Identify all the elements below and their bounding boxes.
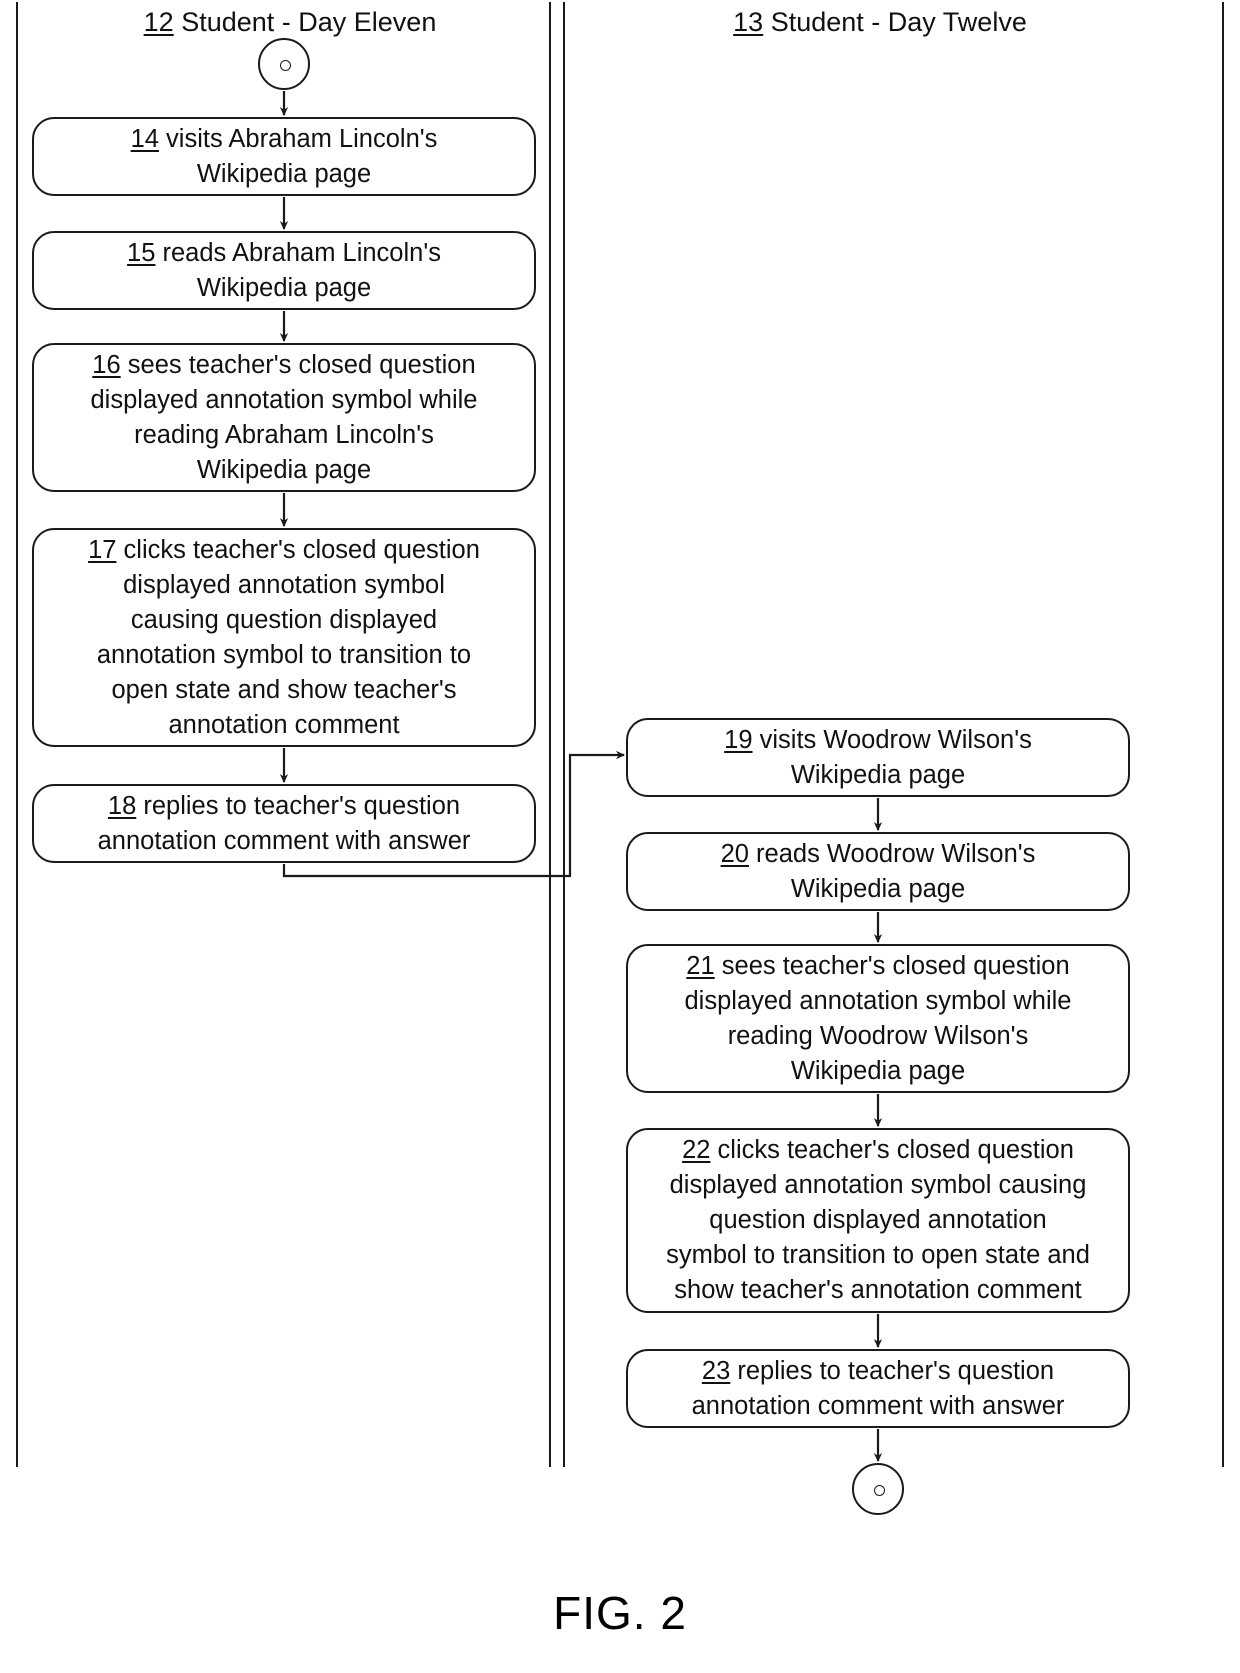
activity-ref-17: 17 bbox=[88, 535, 117, 564]
activity-ref-15: 15 bbox=[127, 238, 156, 267]
activity-text-21: sees teacher's closed question displayed… bbox=[684, 951, 1072, 1085]
activity-text-20: reads Woodrow Wilson's Wikipedia page bbox=[756, 839, 1036, 903]
activity-ref-21: 21 bbox=[686, 951, 715, 980]
swimlane-heading-day-eleven: 12 Student - Day Eleven bbox=[40, 6, 540, 38]
activity-text-15: reads Abraham Lincoln's Wikipedia page bbox=[162, 238, 441, 302]
activity-text-23: replies to teacher's question annotation… bbox=[691, 1356, 1065, 1420]
swimlane-divider-left bbox=[16, 2, 18, 1467]
activity-node-22[interactable]: 22 clicks teacher's closed question disp… bbox=[626, 1128, 1130, 1313]
activity-text-14: visits Abraham Lincoln's Wikipedia page bbox=[166, 124, 438, 188]
activity-ref-19: 19 bbox=[724, 725, 753, 754]
swimlane-ref-13: 13 bbox=[733, 7, 764, 37]
swimlane-heading-day-twelve: 13 Student - Day Twelve bbox=[620, 6, 1140, 38]
activity-node-23[interactable]: 23 replies to teacher's question annotat… bbox=[626, 1349, 1130, 1428]
activity-ref-20: 20 bbox=[720, 839, 749, 868]
activity-diagram: 12 Student - Day Eleven 13 Student - Day… bbox=[0, 0, 1240, 1673]
activity-text-17: clicks teacher's closed question display… bbox=[96, 535, 480, 739]
activity-node-19[interactable]: 19 visits Woodrow Wilson's Wikipedia pag… bbox=[626, 718, 1130, 797]
swimlane-divider-mid-a bbox=[549, 2, 551, 1467]
activity-node-17[interactable]: 17 clicks teacher's closed question disp… bbox=[32, 528, 536, 747]
swimlane-divider-mid-b bbox=[563, 2, 565, 1467]
figure-caption: FIG. 2 bbox=[553, 1587, 687, 1639]
activity-ref-22: 22 bbox=[682, 1136, 711, 1164]
start-node-icon bbox=[258, 38, 310, 90]
swimlane-title-day-twelve: Student - Day Twelve bbox=[763, 7, 1027, 37]
activity-text-22: clicks teacher's closed question display… bbox=[666, 1136, 1090, 1304]
swimlane-divider-right bbox=[1222, 2, 1224, 1467]
activity-ref-23: 23 bbox=[701, 1356, 731, 1385]
activity-ref-16: 16 bbox=[92, 350, 121, 379]
activity-text-18: replies to teacher's question annotation… bbox=[97, 791, 471, 855]
activity-text-16: sees teacher's closed question displayed… bbox=[90, 350, 478, 484]
activity-node-21[interactable]: 21 sees teacher's closed question displa… bbox=[626, 944, 1130, 1093]
end-node-icon bbox=[852, 1463, 904, 1515]
activity-node-20[interactable]: 20 reads Woodrow Wilson's Wikipedia page bbox=[626, 832, 1130, 911]
activity-text-19: visits Woodrow Wilson's Wikipedia page bbox=[759, 725, 1032, 789]
activity-node-16[interactable]: 16 sees teacher's closed question displa… bbox=[32, 343, 536, 492]
swimlane-title-day-eleven: Student - Day Eleven bbox=[173, 7, 437, 37]
activity-ref-18: 18 bbox=[107, 791, 137, 820]
activity-node-15[interactable]: 15 reads Abraham Lincoln's Wikipedia pag… bbox=[32, 231, 536, 310]
activity-node-18[interactable]: 18 replies to teacher's question annotat… bbox=[32, 784, 536, 863]
activity-node-14[interactable]: 14 visits Abraham Lincoln's Wikipedia pa… bbox=[32, 117, 536, 196]
swimlane-ref-12: 12 bbox=[143, 7, 174, 37]
activity-ref-14: 14 bbox=[130, 124, 159, 153]
